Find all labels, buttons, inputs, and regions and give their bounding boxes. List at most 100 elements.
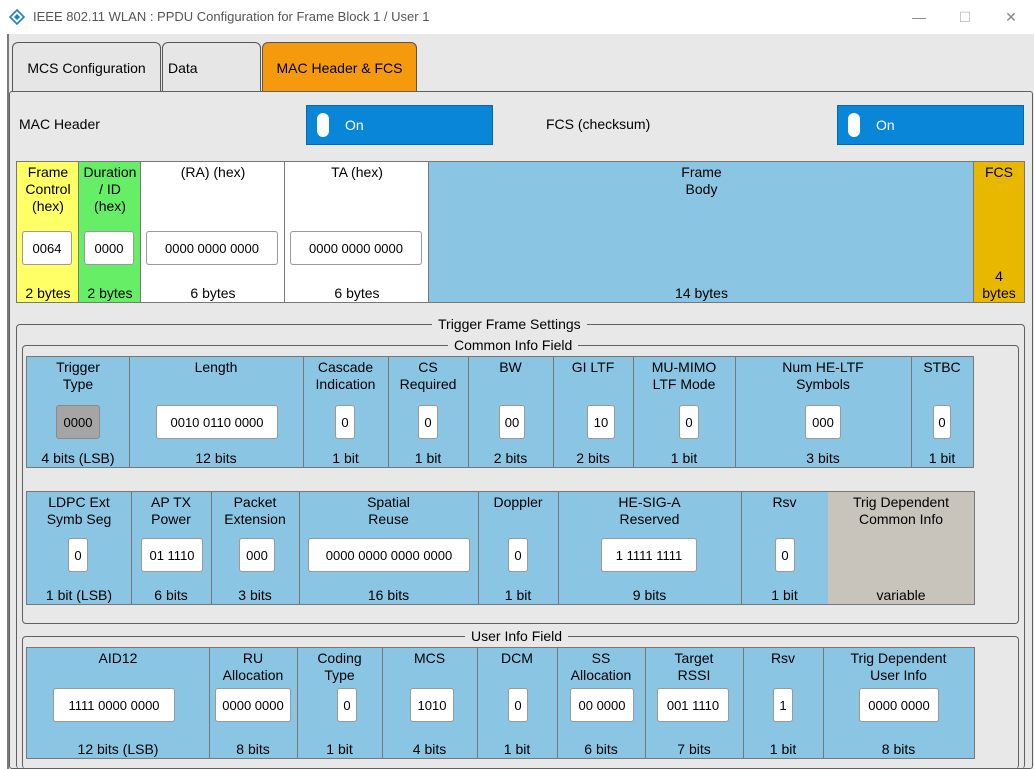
trig-dependent-common-info-size: variable — [876, 587, 926, 603]
ta-input[interactable]: 0000 0000 0000 — [290, 231, 422, 265]
cascade-indication-head: Cascade Indication — [315, 359, 376, 392]
user-rsv-size: 1 bit — [769, 741, 797, 757]
dcm-input[interactable]: 0 — [508, 688, 528, 722]
packet-extension-input[interactable]: 000 — [239, 538, 275, 572]
common-info-field-legend: Common Info Field — [448, 337, 579, 353]
tab-mac-header-fcs[interactable]: MAC Header & FCS — [262, 42, 417, 92]
stbc-head: STBC — [923, 359, 961, 375]
length-input[interactable]: 0010 0110 0000 — [156, 405, 278, 439]
fcs-toggle[interactable]: On — [837, 105, 1024, 145]
tab-data[interactable]: Data — [162, 42, 261, 92]
frame-control-input[interactable]: 0064 — [22, 231, 72, 265]
cascade-indication-input[interactable]: 0 — [335, 405, 355, 439]
trigger-type-size: 4 bits (LSB) — [41, 450, 115, 466]
frame-structure: Frame Control (hex) 0064 2 bytes Duratio… — [16, 161, 1025, 303]
cs-required-size: 1 bit — [414, 450, 442, 466]
packet-extension-head: Packet Extension — [224, 494, 286, 527]
duration-cell: Duration / ID (hex) 0000 2 bytes — [79, 162, 141, 302]
tab-mcs-configuration[interactable]: MCS Configuration — [12, 42, 161, 92]
ss-allocation-head: SS Allocation — [570, 650, 632, 683]
common-info-row-2: LDPC Ext Symb Seg 0 1 bit (LSB) AP TX Po… — [26, 491, 975, 605]
fcs-head: FCS — [985, 164, 1013, 180]
close-button[interactable]: ✕ — [988, 0, 1034, 34]
length-size: 12 bits — [195, 450, 237, 466]
ap-tx-power-head: AP TX Power — [151, 494, 191, 527]
num-he-ltf-symbols-input[interactable]: 000 — [805, 405, 841, 439]
frame-body-cell: Frame Body 14 bytes — [429, 162, 974, 302]
cascade-indication-size: 1 bit — [332, 450, 359, 466]
mu-mimo-ltf-mode-size: 1 bit — [670, 450, 698, 466]
ldpc-ext-symb-seg-input[interactable]: 0 — [68, 538, 88, 572]
ru-allocation-input[interactable]: 0000 0000 — [215, 688, 291, 722]
spatial-reuse-input[interactable]: 0000 0000 0000 0000 — [308, 538, 470, 572]
minimize-button[interactable]: — — [896, 0, 942, 34]
ra-size: 6 bytes — [190, 285, 236, 301]
trig-dependent-user-info-size: 8 bits — [881, 741, 916, 757]
ra-input[interactable]: 0000 0000 0000 — [146, 231, 278, 265]
doppler-input[interactable]: 0 — [508, 538, 528, 572]
user-rsv-head: Rsv — [770, 650, 796, 666]
maximize-button[interactable]: ☐ — [942, 0, 988, 34]
gi-ltf-input[interactable]: 10 — [587, 405, 615, 439]
bw-input[interactable]: 00 — [499, 405, 525, 439]
frame-control-cell: Frame Control (hex) 0064 2 bytes — [17, 162, 79, 302]
he-sig-a-reserved-size: 9 bits — [632, 587, 667, 603]
ru-allocation-head: RU Allocation — [222, 650, 284, 683]
cs-required-input[interactable]: 0 — [418, 405, 438, 439]
fcs-size: 4 bytes — [982, 268, 1016, 301]
common-info-row-1: Trigger Type 0000 4 bits (LSB) Length 00… — [26, 356, 974, 468]
frame-body-size: 14 bytes — [675, 285, 728, 301]
duration-size: 2 bytes — [87, 285, 133, 301]
trig-dependent-user-info-input[interactable]: 0000 0000 — [859, 688, 939, 722]
mcs-size: 4 bits — [412, 741, 447, 757]
num-he-ltf-symbols-size: 3 bits — [806, 450, 840, 466]
frame-control-head: Frame Control (hex) — [25, 164, 71, 214]
ldpc-ext-symb-seg-head: LDPC Ext Symb Seg — [46, 494, 112, 527]
trig-dependent-user-info-head: Trig Dependent User Info — [850, 650, 947, 683]
mu-mimo-ltf-mode-head: MU-MIMO LTF Mode — [651, 359, 717, 392]
he-sig-a-reserved-head: HE-SIG-A Reserved — [618, 494, 681, 527]
length-head: Length — [194, 359, 238, 375]
ss-allocation-input[interactable]: 00 0000 — [570, 688, 634, 722]
trigger-type-head: Trigger Type — [56, 359, 100, 392]
gi-ltf-size: 2 bits — [576, 450, 610, 466]
user-info-field-legend: User Info Field — [465, 628, 569, 644]
aid12-head: AID12 — [98, 650, 138, 666]
aid12-input[interactable]: 1111 0000 0000 — [53, 688, 175, 722]
rsv-input[interactable]: 0 — [775, 538, 795, 572]
ta-head: TA (hex) — [331, 164, 383, 180]
bw-size: 2 bits — [493, 450, 528, 466]
mcs-input[interactable]: 1010 — [410, 688, 454, 722]
duration-input[interactable]: 0000 — [84, 231, 134, 265]
toggle-knob — [848, 113, 860, 137]
mu-mimo-ltf-mode-input[interactable]: 0 — [679, 405, 699, 439]
he-sig-a-reserved-input[interactable]: 1 1111 1111 — [601, 538, 697, 572]
dcm-head: DCM — [501, 650, 533, 666]
target-rssi-input[interactable]: 001 1110 — [657, 688, 729, 722]
doppler-size: 1 bit — [504, 587, 532, 603]
spatial-reuse-size: 16 bits — [367, 587, 410, 603]
stbc-input[interactable]: 0 — [933, 405, 951, 439]
target-rssi-head: Target RSSI — [674, 650, 714, 683]
dcm-size: 1 bit — [503, 741, 531, 757]
packet-extension-size: 3 bits — [238, 587, 272, 603]
mcs-head: MCS — [413, 650, 446, 666]
trigger-type-input[interactable]: 0000 — [56, 405, 100, 439]
toggle-knob — [317, 113, 329, 137]
window-title: IEEE 802.11 WLAN : PPDU Configuration fo… — [33, 9, 430, 24]
coding-type-input[interactable]: 0 — [337, 688, 357, 722]
ldpc-ext-symb-seg-size: 1 bit (LSB) — [45, 587, 113, 603]
coding-type-head: Coding Type — [317, 650, 362, 683]
mac-header-toggle[interactable]: On — [306, 105, 493, 145]
ap-tx-power-input[interactable]: 01 1110 — [141, 538, 203, 572]
ra-head: (RA) (hex) — [180, 164, 246, 180]
user-info-row: AID12 1111 0000 0000 12 bits (LSB) RU Al… — [26, 647, 975, 759]
frame-body-head: Frame Body — [681, 164, 722, 197]
num-he-ltf-symbols-head: Num HE-LTF Symbols — [782, 359, 864, 392]
rsv-size: 1 bit — [771, 587, 798, 603]
cs-required-head: CS Required — [399, 359, 457, 392]
user-rsv-input[interactable]: 1 — [773, 688, 793, 722]
stbc-size: 1 bit — [928, 450, 956, 466]
ru-allocation-size: 8 bits — [236, 741, 270, 757]
trig-dependent-common-info-cell: Trig Dependent Common Info variable — [828, 492, 974, 604]
